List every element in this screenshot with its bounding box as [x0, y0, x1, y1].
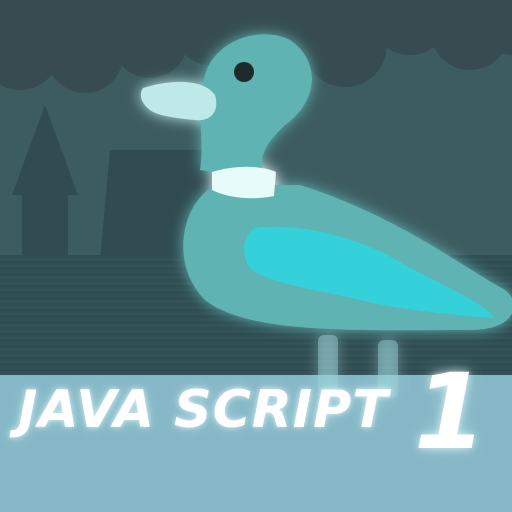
episode-number: 1 — [414, 351, 487, 473]
thumbnail-canvas: JAVA SCRIPT 1 — [0, 0, 512, 512]
course-title: JAVA SCRIPT — [18, 380, 389, 440]
